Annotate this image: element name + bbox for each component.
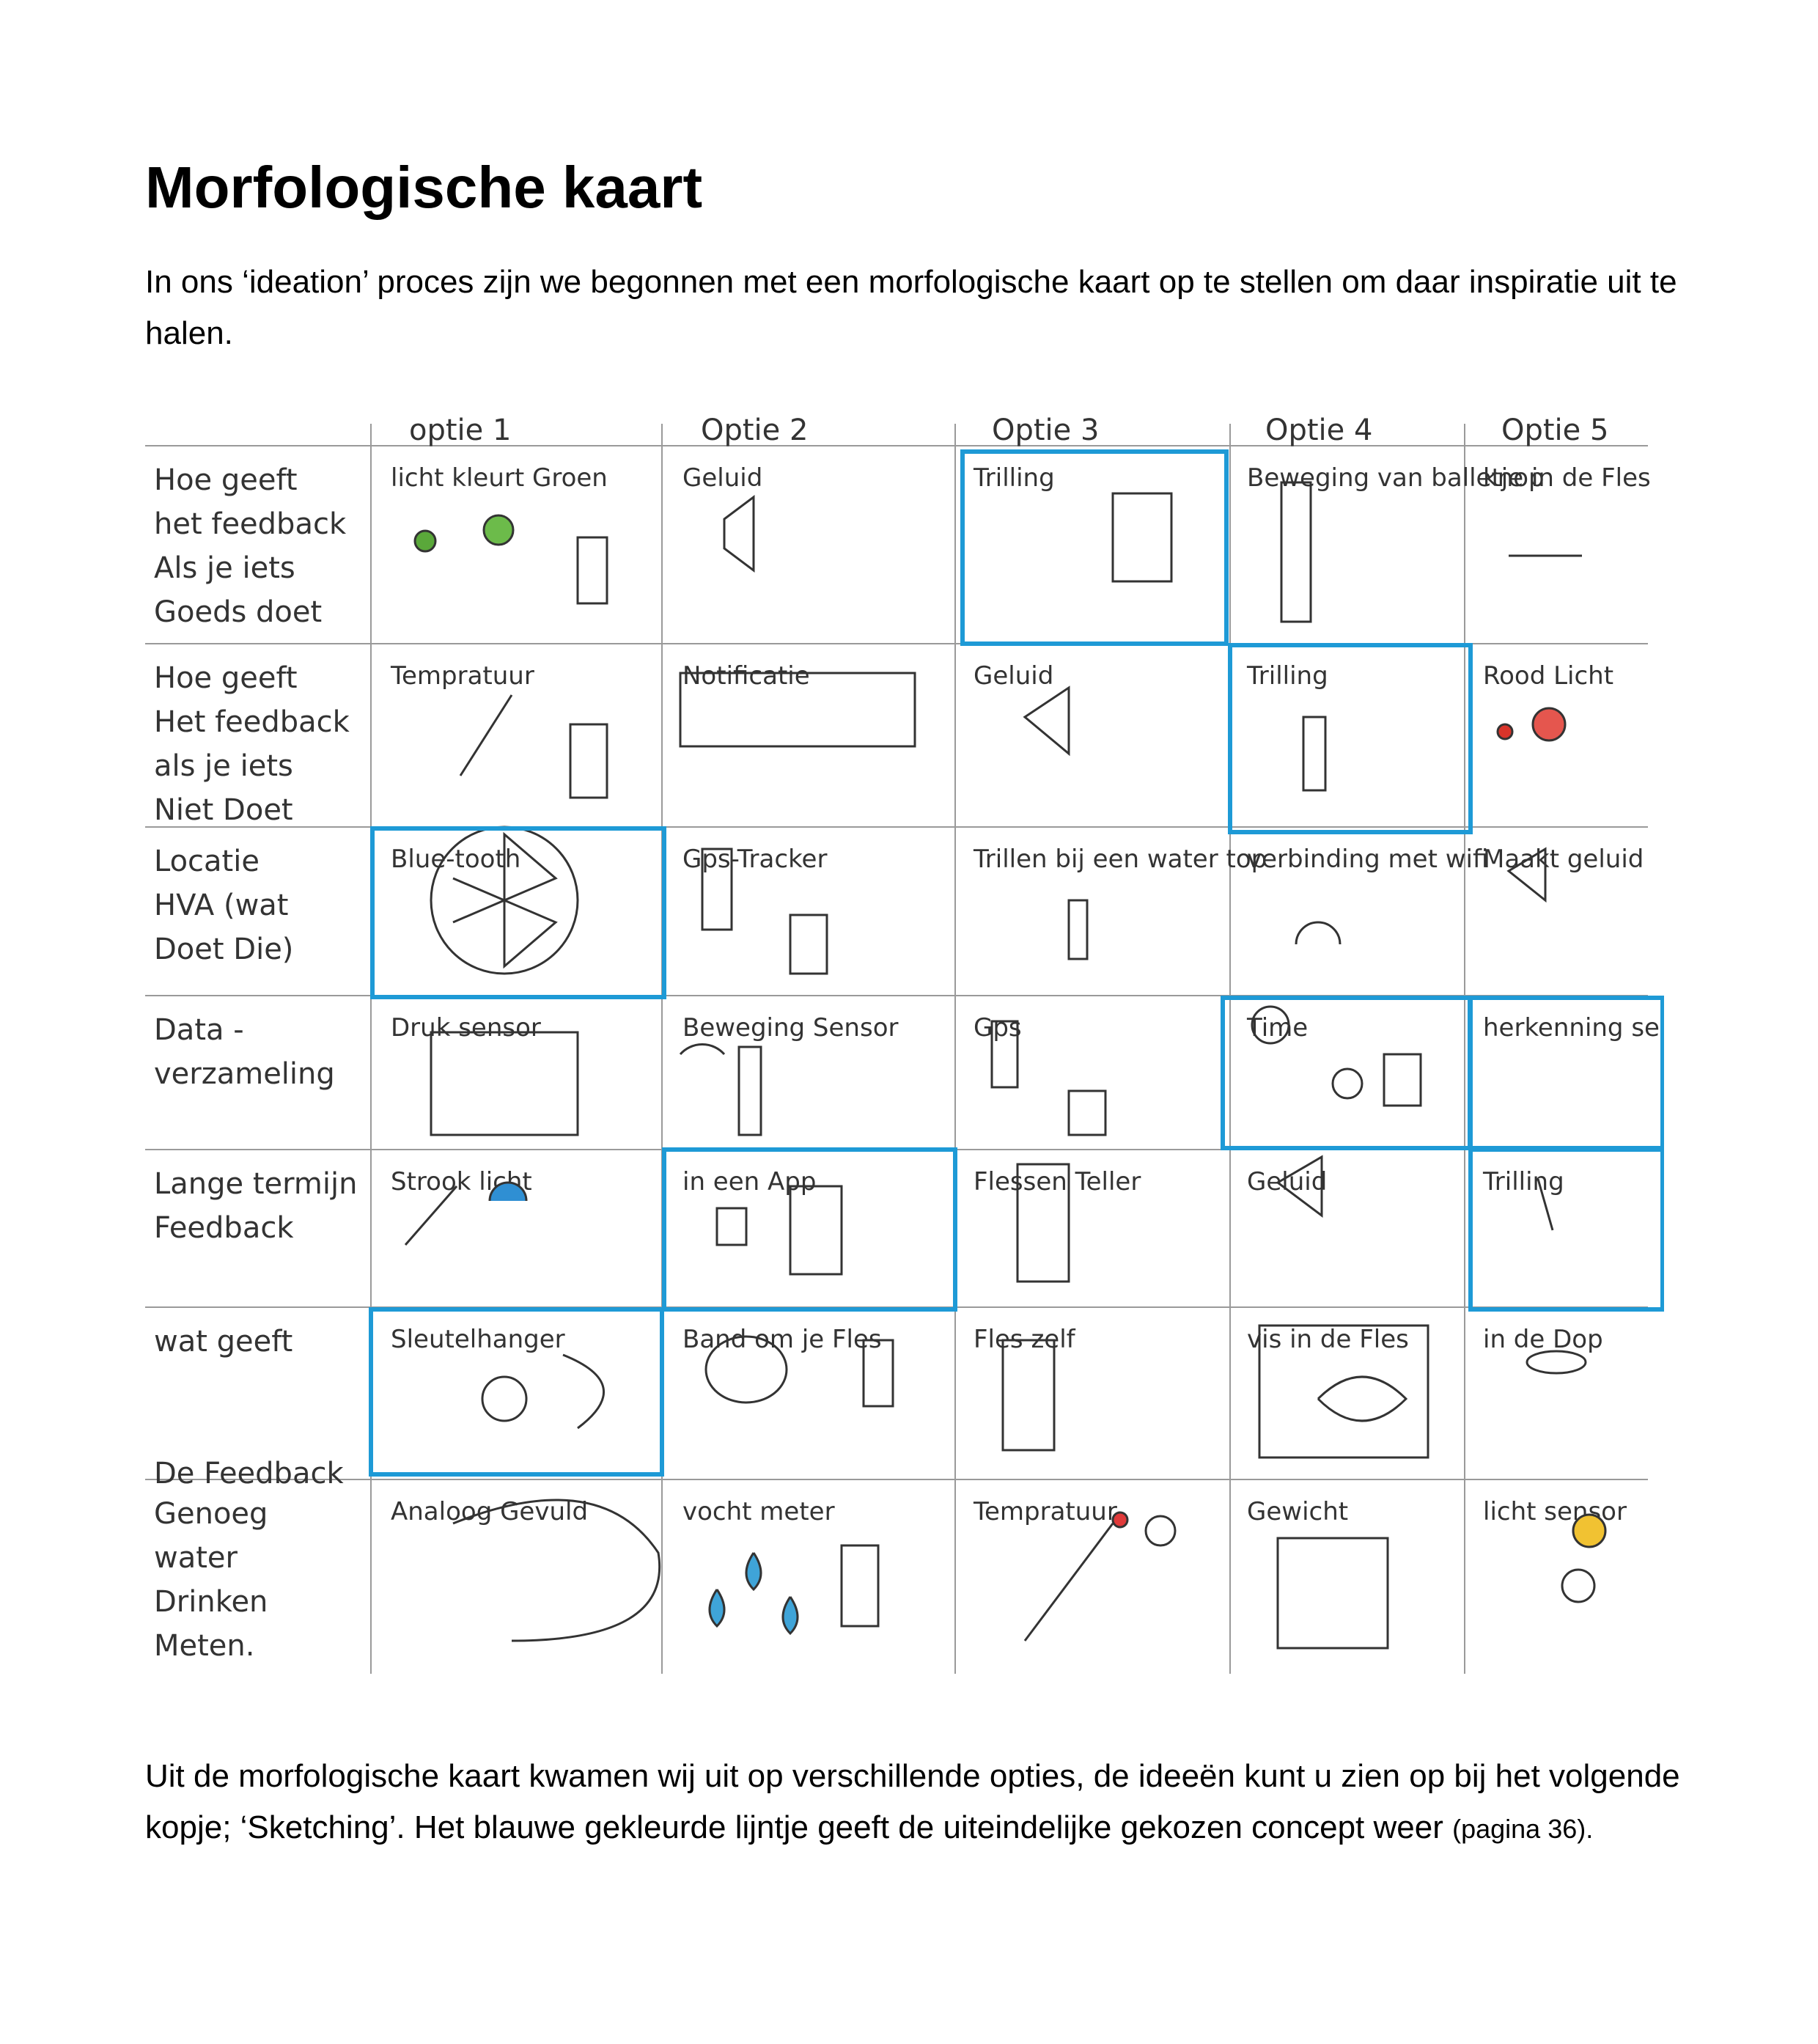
row-label: HVA (wat [154, 889, 288, 922]
row-label: Feedback [154, 1211, 294, 1245]
cell-label: licht sensor [1483, 1497, 1627, 1526]
chart-grid [145, 424, 1648, 1674]
row-label: Hoe geeft [154, 463, 298, 497]
row-label: Locatie [154, 845, 260, 878]
outro-paragraph: Uit de morfologische kaart kwamen wij ui… [145, 1751, 1714, 1855]
row-label: Lange termijn [154, 1167, 357, 1201]
cell-label: Trilling [1482, 1167, 1564, 1196]
row-label: het feedback [154, 507, 347, 541]
cell-label: vocht meter [682, 1497, 835, 1526]
cell-label: Sleutelhanger [391, 1325, 565, 1354]
intro-paragraph: In ons ‘ideation’ proces zijn we begonne… [145, 264, 1677, 351]
cell-label: Trillen bij een water top [973, 845, 1267, 874]
option-header: Optie 5 [1501, 413, 1608, 447]
cell-label: Beweging Sensor [682, 1013, 899, 1043]
cell-label: Druk sensor [391, 1013, 541, 1043]
row-label: De Feedback [154, 1457, 344, 1490]
page-reference: (pagina 36). [1452, 1814, 1594, 1844]
option-header: Optie 4 [1265, 413, 1372, 447]
cell-label: verbinding met wifi [1247, 845, 1488, 874]
cell-label: in een App [682, 1167, 816, 1196]
cell-label: vis in de Fles [1247, 1325, 1409, 1354]
cell-label: Trilling [1246, 661, 1328, 691]
row-label: Hoe geeft [154, 661, 298, 695]
cell-label: Tempratuur [973, 1497, 1117, 1526]
cell-label: Geluid [682, 463, 762, 493]
row-label: Drinken [154, 1585, 268, 1619]
cell-label: Flessen Teller [974, 1167, 1141, 1196]
cell-label: Time [1246, 1013, 1308, 1043]
cell-label: Tempratuur [390, 661, 534, 691]
morphological-chart-sketch: optie 1 Optie 2 Optie 3 Optie 4 Optie 5 Hoe … [145, 413, 1664, 1674]
cell-label: Trilling [973, 463, 1055, 493]
cell-label: Beweging van balletje in de Fles [1247, 463, 1651, 493]
option-header: Optie 2 [701, 413, 808, 447]
row-label: Het feedback [154, 705, 350, 739]
row-label: verzameling [154, 1057, 335, 1091]
cell-label: Band om je Fles [682, 1325, 882, 1354]
cell-label: Notificatie [682, 661, 810, 691]
cell-label: Blue-tooth [391, 845, 520, 874]
cell-label: Maakt geluid [1483, 845, 1644, 874]
outro-main-text: Uit de morfologische kaart kwamen wij ui… [145, 1758, 1680, 1845]
row-label: Doet Die) [154, 933, 293, 966]
page-title: Morfologische kaart [145, 155, 703, 220]
cell-label: in de Dop [1483, 1325, 1603, 1354]
cell-label: Geluid [974, 661, 1053, 691]
cell-label: knop [1483, 463, 1545, 493]
option-header: optie 1 [409, 413, 511, 447]
row-label: wat geeft [154, 1325, 292, 1359]
row-label: Genoeg [154, 1497, 268, 1531]
chosen-concept-highlights [369, 449, 1664, 1477]
option-header: Optie 3 [992, 413, 1099, 447]
row-label: Als je iets [154, 551, 295, 585]
row-label: Data - [154, 1013, 244, 1047]
cell-label: herkenning sensor [1483, 1013, 1664, 1043]
row-label: water [154, 1541, 238, 1575]
row-label: Goeds doet [154, 595, 322, 629]
cell-label: Rood Licht [1483, 661, 1613, 691]
cell-label: licht kleurt Groen [391, 463, 608, 493]
row-label: Meten. [154, 1629, 254, 1663]
cell-label: Gewicht [1247, 1497, 1348, 1526]
cell-label: Geluid [1247, 1167, 1327, 1196]
cell-label: Gps [974, 1013, 1022, 1043]
row-label: als je iets [154, 749, 293, 783]
row-label: Niet Doet [154, 793, 293, 827]
